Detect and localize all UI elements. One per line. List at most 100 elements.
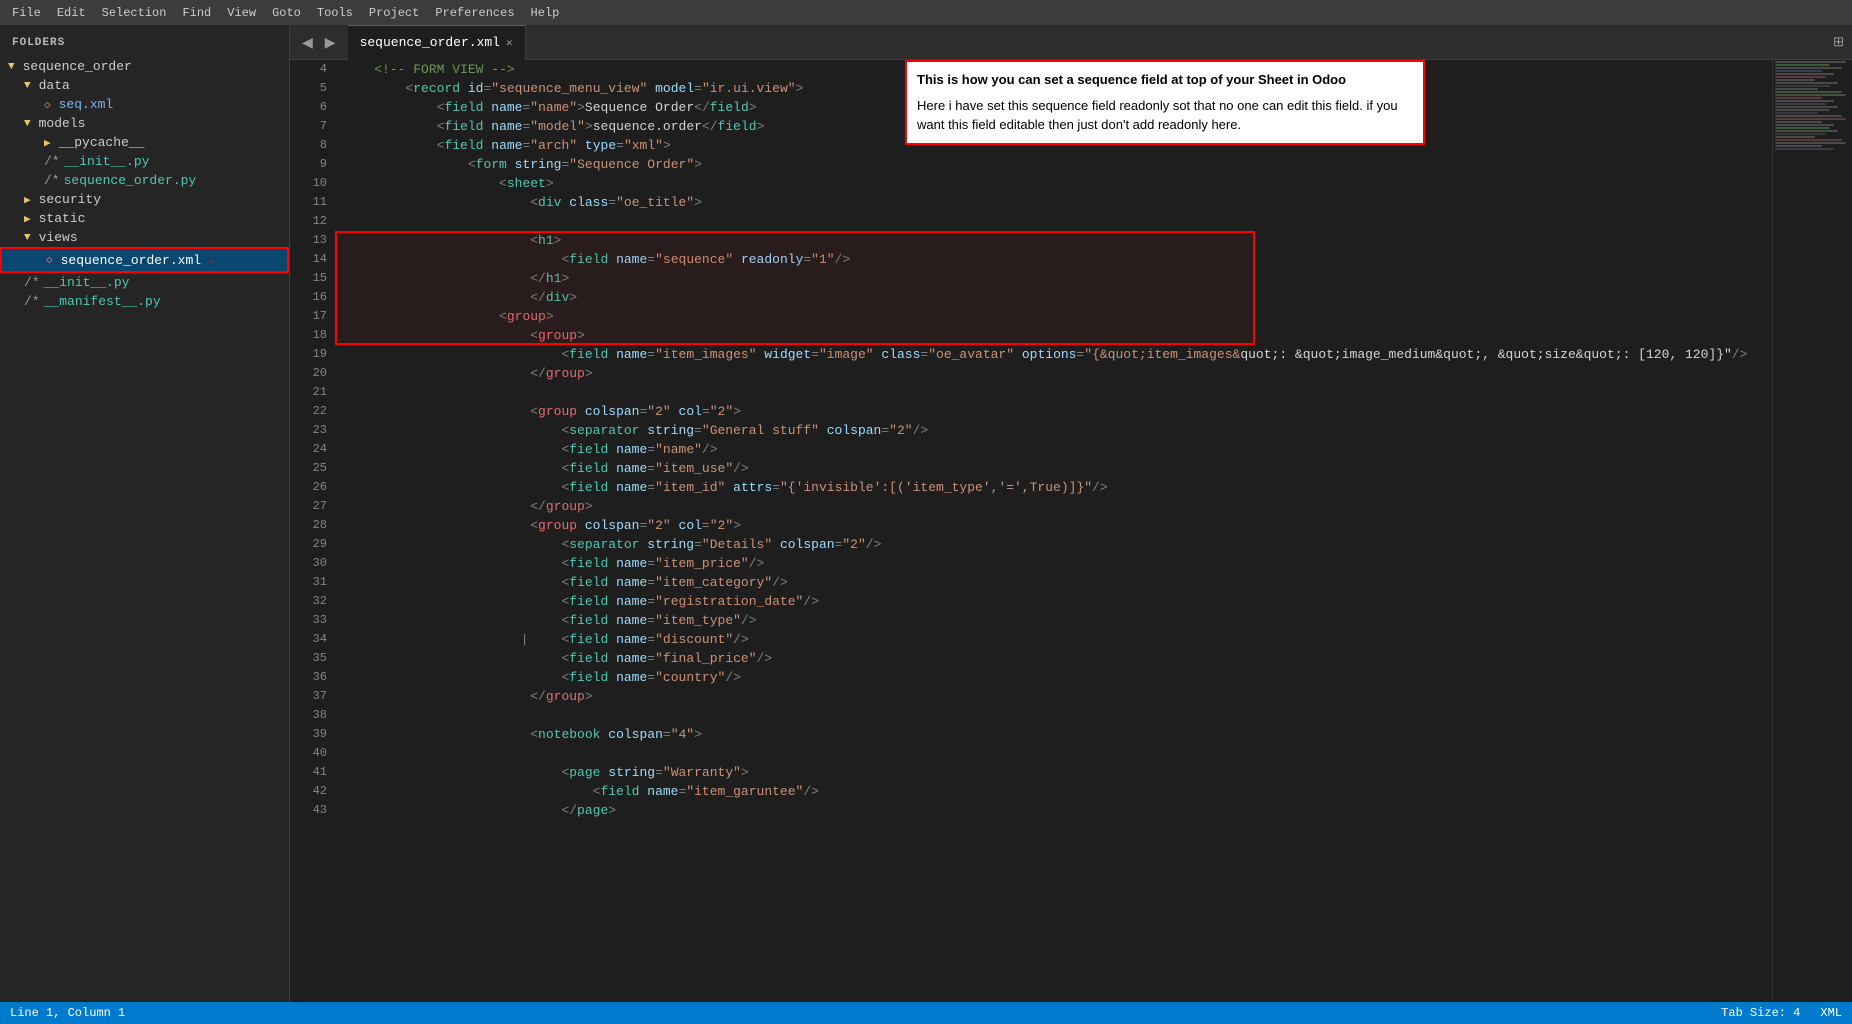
menu-edit[interactable]: Edit <box>49 4 94 22</box>
line-num: 13 <box>298 231 327 250</box>
sidebar-item-views[interactable]: ▼ views <box>0 228 289 247</box>
line-num: 37 <box>298 687 327 706</box>
annotation-body: Here i have set this sequence field read… <box>917 96 1413 135</box>
menu-selection[interactable]: Selection <box>94 4 175 22</box>
py-file-icon: /* <box>44 173 60 188</box>
folder-label: static <box>39 211 86 226</box>
sidebar-item-pycache[interactable]: ▶ __pycache__ <box>0 133 289 152</box>
code-line-15: </h1> <box>343 269 1772 288</box>
line-numbers: 4 5 6 7 8 9 10 11 12 13 14 15 16 17 18 1… <box>290 60 335 1002</box>
status-right: Tab Size: 4 XML <box>1721 1006 1842 1020</box>
sidebar-item-init-py[interactable]: /* __init__.py <box>0 152 289 171</box>
folder-label: sequence_order <box>23 59 132 74</box>
status-tab-size: Tab Size: 4 <box>1721 1006 1800 1020</box>
line-num: 20 <box>298 364 327 383</box>
file-label: __manifest__.py <box>44 294 161 309</box>
code-line-22: <group colspan="2" col="2"> <box>343 402 1772 421</box>
sidebar-item-root-init[interactable]: /* __init__.py <box>0 273 289 292</box>
menu-tools[interactable]: Tools <box>309 4 361 22</box>
line-num: 18 <box>298 326 327 345</box>
code-line-33: <field name="item_type"/> | <box>343 611 1772 630</box>
line-num: 4 <box>298 60 327 79</box>
sidebar-title: FOLDERS <box>0 33 289 57</box>
code-line-20: </group> <box>343 364 1772 383</box>
line-num: 22 <box>298 402 327 421</box>
code-container[interactable]: 4 5 6 7 8 9 10 11 12 13 14 15 16 17 18 1… <box>290 60 1852 1002</box>
line-num: 36 <box>298 668 327 687</box>
folder-label: __pycache__ <box>59 135 145 150</box>
layout-button[interactable]: ⊞ <box>1833 34 1844 50</box>
py-file-icon: /* <box>44 154 60 169</box>
line-num: 31 <box>298 573 327 592</box>
code-line-34: <field name="discount"/> <box>343 630 1772 649</box>
tab-nav-left[interactable]: ◀ <box>298 32 317 53</box>
menu-file[interactable]: File <box>4 4 49 22</box>
line-num: 19 <box>298 345 327 364</box>
line-num: 27 <box>298 497 327 516</box>
line-num: 23 <box>298 421 327 440</box>
line-num: 35 <box>298 649 327 668</box>
code-line-9: <form string="Sequence Order"> <box>343 155 1772 174</box>
code-line-18: <group> <box>343 326 1772 345</box>
folder-expanded-icon: ▼ <box>24 118 31 130</box>
menu-project[interactable]: Project <box>361 4 427 22</box>
tab-nav-right[interactable]: ▶ <box>321 32 340 53</box>
line-num: 17 <box>298 307 327 326</box>
line-num: 39 <box>298 725 327 744</box>
sidebar-item-static[interactable]: ▶ static <box>0 209 289 228</box>
sidebar-item-data[interactable]: ▼ data <box>0 76 289 95</box>
sidebar-item-sequence-order[interactable]: ▼ sequence_order <box>0 57 289 76</box>
tab-label: sequence_order.xml <box>360 35 500 50</box>
menu-goto[interactable]: Goto <box>264 4 309 22</box>
file-label: sequence_order.py <box>64 173 197 188</box>
tab-sequence-order-xml[interactable]: sequence_order.xml ✕ <box>348 25 526 60</box>
line-num: 34 <box>298 630 327 649</box>
code-line-35: <field name="final_price"/> <box>343 649 1772 668</box>
tab-nav-buttons: ◀ ▶ <box>290 32 348 53</box>
xml-file-icon: ◇ <box>46 253 53 267</box>
sidebar-item-sequence-order-py[interactable]: /* sequence_order.py <box>0 171 289 190</box>
status-language: XML <box>1820 1006 1842 1020</box>
code-line-41: <page string="Warranty"> <box>343 763 1772 782</box>
line-num: 32 <box>298 592 327 611</box>
menu-view[interactable]: View <box>219 4 264 22</box>
xml-file-icon: ◇ <box>44 98 51 112</box>
sidebar-item-sequence-order-xml[interactable]: ◇ sequence_order.xml ← <box>0 247 289 273</box>
code-line-42: <field name="item_garuntee"/> <box>343 782 1772 801</box>
line-num: 38 <box>298 706 327 725</box>
sidebar-item-security[interactable]: ▶ security <box>0 190 289 209</box>
line-num: 42 <box>298 782 327 801</box>
sidebar: FOLDERS ▼ sequence_order ▼ data ◇ seq.xm… <box>0 25 290 1002</box>
menu-find[interactable]: Find <box>174 4 219 22</box>
code-line-37: </group> <box>343 687 1772 706</box>
tab-close-button[interactable]: ✕ <box>506 36 513 50</box>
line-num: 9 <box>298 155 327 174</box>
statusbar: Line 1, Column 1 Tab Size: 4 XML <box>0 1002 1852 1024</box>
sidebar-item-manifest[interactable]: /* __manifest__.py <box>0 292 289 311</box>
menu-help[interactable]: Help <box>523 4 568 22</box>
code-line-28: <group colspan="2" col="2"> <box>343 516 1772 535</box>
code-line-32: <field name="registration_date"/> <box>343 592 1772 611</box>
sidebar-item-models[interactable]: ▼ models <box>0 114 289 133</box>
folder-collapsed-icon: ▶ <box>24 193 31 207</box>
line-num: 15 <box>298 269 327 288</box>
folder-collapsed-icon: ▶ <box>44 136 51 150</box>
sidebar-item-seq-xml[interactable]: ◇ seq.xml <box>0 95 289 114</box>
code-line-38 <box>343 706 1772 725</box>
code-editor[interactable]: This is how you can set a sequence field… <box>335 60 1772 1002</box>
code-line-30: <field name="item_price"/> <box>343 554 1772 573</box>
line-num: 14 <box>298 250 327 269</box>
folder-expanded-icon: ▼ <box>8 61 15 73</box>
code-line-19: <field name="item_images" widget="image"… <box>343 345 1772 364</box>
py-file-icon: /* <box>24 275 40 290</box>
code-line-31: <field name="item_category"/> <box>343 573 1772 592</box>
code-line-43: </page> <box>343 801 1772 820</box>
annotation-title: This is how you can set a sequence field… <box>917 70 1413 90</box>
line-num: 6 <box>298 98 327 117</box>
code-line-25: <field name="item_use"/> <box>343 459 1772 478</box>
menu-preferences[interactable]: Preferences <box>427 4 522 22</box>
code-line-36: <field name="country"/> <box>343 668 1772 687</box>
line-num: 16 <box>298 288 327 307</box>
line-num: 29 <box>298 535 327 554</box>
code-line-24: <field name="name"/> <box>343 440 1772 459</box>
